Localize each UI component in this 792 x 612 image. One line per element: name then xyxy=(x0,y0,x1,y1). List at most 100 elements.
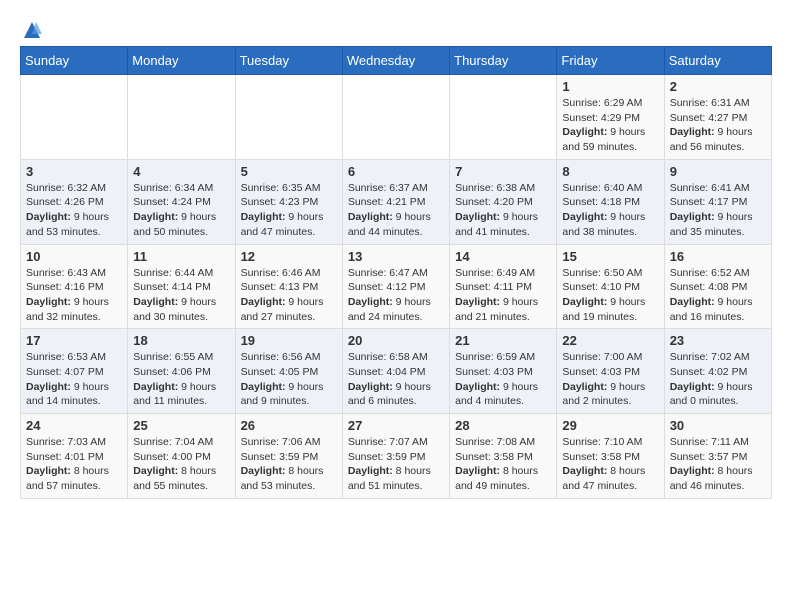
calendar-cell: 10Sunrise: 6:43 AMSunset: 4:16 PMDayligh… xyxy=(21,244,128,329)
daylight-line: Daylight: 9 hours and 24 minutes. xyxy=(348,296,431,323)
sunrise-line: Sunrise: 7:04 AM xyxy=(133,436,213,448)
cell-content: Sunrise: 6:56 AMSunset: 4:05 PMDaylight:… xyxy=(241,350,337,409)
sunrise-line: Sunrise: 6:46 AM xyxy=(241,267,321,279)
cell-content: Sunrise: 6:44 AMSunset: 4:14 PMDaylight:… xyxy=(133,266,229,325)
day-number: 17 xyxy=(26,333,122,348)
sunset-line: Sunset: 3:57 PM xyxy=(670,451,748,463)
daylight-line: Daylight: 9 hours and 50 minutes. xyxy=(133,211,216,238)
calendar-cell: 27Sunrise: 7:07 AMSunset: 3:59 PMDayligh… xyxy=(342,414,449,499)
sunrise-line: Sunrise: 6:50 AM xyxy=(562,267,642,279)
sunrise-line: Sunrise: 6:52 AM xyxy=(670,267,750,279)
sunset-line: Sunset: 4:26 PM xyxy=(26,196,104,208)
calendar-header: SundayMondayTuesdayWednesdayThursdayFrid… xyxy=(21,47,772,75)
day-number: 7 xyxy=(455,164,551,179)
sunrise-line: Sunrise: 6:37 AM xyxy=(348,182,428,194)
day-number: 29 xyxy=(562,418,658,433)
day-number: 1 xyxy=(562,79,658,94)
sunset-line: Sunset: 4:17 PM xyxy=(670,196,748,208)
calendar-cell: 7 Sunrise: 6:38 AMSunset: 4:20 PMDaylight… xyxy=(450,159,557,244)
calendar-cell: 5Sunrise: 6:35 AMSunset: 4:23 PMDaylight… xyxy=(235,159,342,244)
sunset-line: Sunset: 4:11 PM xyxy=(455,281,532,293)
calendar-cell: 16Sunrise: 6:52 AMSunset: 4:08 PMDayligh… xyxy=(664,244,771,329)
day-number: 19 xyxy=(241,333,337,348)
daylight-line: Daylight: 8 hours and 49 minutes. xyxy=(455,465,538,492)
sunrise-line: Sunrise: 7:07 AM xyxy=(348,436,428,448)
day-number: 2 xyxy=(670,79,766,94)
calendar-cell: 2Sunrise: 6:31 AMSunset: 4:27 PMDaylight… xyxy=(664,75,771,160)
day-number: 12 xyxy=(241,249,337,264)
day-number: 25 xyxy=(133,418,229,433)
cell-content: Sunrise: 7:10 AMSunset: 3:58 PMDaylight:… xyxy=(562,435,658,494)
cell-content: Sunrise: 6:31 AMSunset: 4:27 PMDaylight:… xyxy=(670,96,766,155)
cell-content: Sunrise: 6:38 AMSunset: 4:20 PMDaylight:… xyxy=(455,181,551,240)
cell-content: Sunrise: 6:46 AMSunset: 4:13 PMDaylight:… xyxy=(241,266,337,325)
calendar-cell: 3 Sunrise: 6:32 AMSunset: 4:26 PMDaylight… xyxy=(21,159,128,244)
daylight-line: Daylight: 9 hours and 27 minutes. xyxy=(241,296,324,323)
calendar-cell xyxy=(342,75,449,160)
cell-content: Sunrise: 6:52 AMSunset: 4:08 PMDaylight:… xyxy=(670,266,766,325)
calendar-cell: 30Sunrise: 7:11 AMSunset: 3:57 PMDayligh… xyxy=(664,414,771,499)
daylight-line: Daylight: 9 hours and 44 minutes. xyxy=(348,211,431,238)
calendar-cell: 26 Sunrise: 7:06 AMSunset: 3:59 PMDayligh… xyxy=(235,414,342,499)
day-number: 14 xyxy=(455,249,551,264)
daylight-line: Daylight: 9 hours and 0 minutes. xyxy=(670,381,753,408)
sunset-line: Sunset: 4:21 PM xyxy=(348,196,426,208)
daylight-line: Daylight: 9 hours and 14 minutes. xyxy=(26,381,109,408)
calendar-week-2: 3 Sunrise: 6:32 AMSunset: 4:26 PMDaylight… xyxy=(21,159,772,244)
daylight-line: Daylight: 9 hours and 32 minutes. xyxy=(26,296,109,323)
day-number: 8 xyxy=(562,164,658,179)
sunrise-line: Sunrise: 6:55 AM xyxy=(133,351,213,363)
day-number: 15 xyxy=(562,249,658,264)
cell-content: Sunrise: 6:50 AMSunset: 4:10 PMDaylight:… xyxy=(562,266,658,325)
sunrise-line: Sunrise: 6:53 AM xyxy=(26,351,106,363)
sunrise-line: Sunrise: 6:35 AM xyxy=(241,182,321,194)
cell-content: Sunrise: 6:59 AMSunset: 4:03 PMDaylight:… xyxy=(455,350,551,409)
calendar-cell xyxy=(21,75,128,160)
sunrise-line: Sunrise: 6:44 AM xyxy=(133,267,213,279)
calendar-cell: 23 Sunrise: 7:02 AMSunset: 4:02 PMDayligh… xyxy=(664,329,771,414)
sunrise-line: Sunrise: 7:03 AM xyxy=(26,436,106,448)
daylight-line: Daylight: 9 hours and 4 minutes. xyxy=(455,381,538,408)
cell-content: Sunrise: 7:03 AMSunset: 4:01 PMDaylight:… xyxy=(26,435,122,494)
cell-content: Sunrise: 7:06 AMSunset: 3:59 PMDaylight:… xyxy=(241,435,337,494)
daylight-line: Daylight: 9 hours and 59 minutes. xyxy=(562,126,645,153)
sunrise-line: Sunrise: 6:56 AM xyxy=(241,351,321,363)
sunrise-line: Sunrise: 6:31 AM xyxy=(670,97,750,109)
day-number: 22 xyxy=(562,333,658,348)
sunset-line: Sunset: 4:12 PM xyxy=(348,281,426,293)
cell-content: Sunrise: 6:32 AMSunset: 4:26 PMDaylight:… xyxy=(26,181,122,240)
daylight-line: Daylight: 8 hours and 51 minutes. xyxy=(348,465,431,492)
calendar-cell: 17Sunrise: 6:53 AMSunset: 4:07 PMDayligh… xyxy=(21,329,128,414)
calendar-week-1: 1Sunrise: 6:29 AMSunset: 4:29 PMDaylight… xyxy=(21,75,772,160)
weekday-header-tuesday: Tuesday xyxy=(235,47,342,75)
calendar-cell: 15Sunrise: 6:50 AMSunset: 4:10 PMDayligh… xyxy=(557,244,664,329)
calendar-cell: 25Sunrise: 7:04 AMSunset: 4:00 PMDayligh… xyxy=(128,414,235,499)
day-number: 23 xyxy=(670,333,766,348)
calendar-cell: 18Sunrise: 6:55 AMSunset: 4:06 PMDayligh… xyxy=(128,329,235,414)
day-number: 3 xyxy=(26,164,122,179)
sunset-line: Sunset: 4:10 PM xyxy=(562,281,640,293)
sunset-line: Sunset: 4:29 PM xyxy=(562,112,640,124)
daylight-line: Daylight: 8 hours and 47 minutes. xyxy=(562,465,645,492)
calendar-cell: 14Sunrise: 6:49 AMSunset: 4:11 PMDayligh… xyxy=(450,244,557,329)
day-number: 11 xyxy=(133,249,229,264)
day-number: 16 xyxy=(670,249,766,264)
calendar-cell: 12 Sunrise: 6:46 AMSunset: 4:13 PMDayligh… xyxy=(235,244,342,329)
cell-content: Sunrise: 7:04 AMSunset: 4:00 PMDaylight:… xyxy=(133,435,229,494)
cell-content: Sunrise: 7:02 AMSunset: 4:02 PMDaylight:… xyxy=(670,350,766,409)
calendar-cell: 4Sunrise: 6:34 AMSunset: 4:24 PMDaylight… xyxy=(128,159,235,244)
sunset-line: Sunset: 3:59 PM xyxy=(241,451,319,463)
daylight-line: Daylight: 9 hours and 35 minutes. xyxy=(670,211,753,238)
calendar-cell: 11 Sunrise: 6:44 AMSunset: 4:14 PMDayligh… xyxy=(128,244,235,329)
daylight-line: Daylight: 8 hours and 46 minutes. xyxy=(670,465,753,492)
day-number: 26 xyxy=(241,418,337,433)
cell-content: Sunrise: 6:35 AMSunset: 4:23 PMDaylight:… xyxy=(241,181,337,240)
sunset-line: Sunset: 3:58 PM xyxy=(562,451,640,463)
calendar-cell xyxy=(450,75,557,160)
sunset-line: Sunset: 4:27 PM xyxy=(670,112,748,124)
sunset-line: Sunset: 4:08 PM xyxy=(670,281,748,293)
sunset-line: Sunset: 4:00 PM xyxy=(133,451,211,463)
cell-content: Sunrise: 7:07 AMSunset: 3:59 PMDaylight:… xyxy=(348,435,444,494)
cell-content: Sunrise: 7:00 AMSunset: 4:03 PMDaylight:… xyxy=(562,350,658,409)
sunrise-line: Sunrise: 6:43 AM xyxy=(26,267,106,279)
